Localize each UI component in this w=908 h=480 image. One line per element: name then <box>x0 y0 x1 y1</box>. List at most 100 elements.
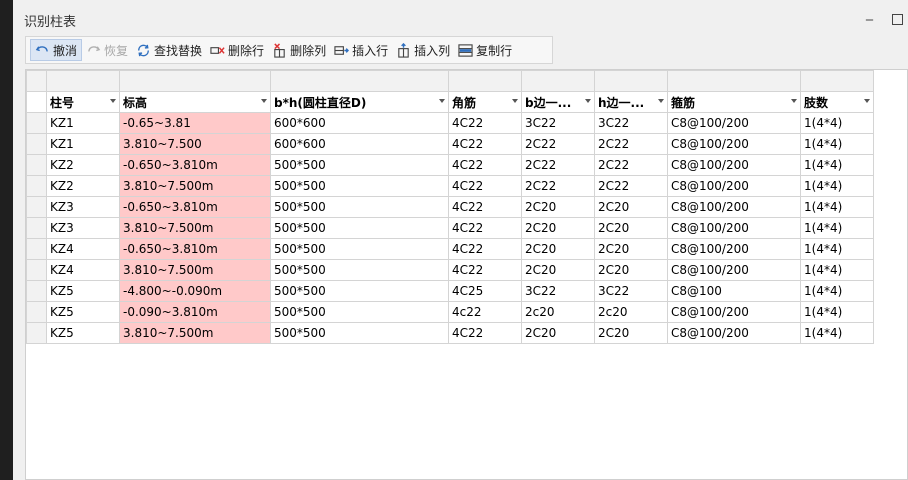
corner-cell[interactable] <box>26 70 47 92</box>
maximize-button[interactable] <box>892 14 903 25</box>
table-cell[interactable]: 600*600 <box>270 112 449 134</box>
table-cell[interactable]: 3C22 <box>594 280 668 302</box>
column-header[interactable]: 箍筋 <box>667 91 801 113</box>
column-header[interactable]: 角筋 <box>448 91 522 113</box>
table-cell[interactable]: 2C20 <box>594 196 668 218</box>
table-cell[interactable]: 2C20 <box>594 322 668 344</box>
row-header-cell[interactable] <box>26 280 47 302</box>
table-row[interactable]: KZ1 -0.65~3.81 600*600 4C22 3C22 3C22 C8@100/2… <box>26 112 874 134</box>
table-cell[interactable]: 600*600 <box>270 133 449 155</box>
row-header-cell[interactable] <box>26 112 47 134</box>
find-replace-button[interactable]: 查找替换 <box>132 39 206 61</box>
table-cell[interactable]: -0.650~3.810m <box>119 196 271 218</box>
table-cell[interactable]: 1(4*4) <box>800 322 874 344</box>
filter-dropdown-icon[interactable] <box>512 99 518 103</box>
column-header[interactable]: 标高 <box>119 91 271 113</box>
filter-dropdown-icon[interactable] <box>110 99 116 103</box>
delete-row-button[interactable]: 删除行 <box>206 39 268 61</box>
row-header-cell[interactable] <box>26 196 47 218</box>
table-cell[interactable]: 4C22 <box>448 238 522 260</box>
table-row[interactable]: KZ3 -0.650~3.810m 500*500 4C22 2C20 2C20 C8@10… <box>26 196 874 218</box>
table-cell[interactable]: C8@100 <box>667 280 801 302</box>
column-header[interactable]: b边一... <box>521 91 595 113</box>
table-cell[interactable]: 3.810~7.500 <box>119 133 271 155</box>
row-header-cell[interactable] <box>26 259 47 281</box>
insert-row-button[interactable]: 插入行 <box>330 39 392 61</box>
table-cell[interactable]: 2C20 <box>521 217 595 239</box>
table-cell[interactable]: 2C20 <box>521 259 595 281</box>
delete-column-button[interactable]: 删除列 <box>268 39 330 61</box>
table-cell[interactable]: 1(4*4) <box>800 259 874 281</box>
row-header-cell[interactable] <box>26 238 47 260</box>
row-header-cell[interactable] <box>26 91 47 113</box>
table-cell[interactable]: 500*500 <box>270 259 449 281</box>
table-cell[interactable]: KZ3 <box>46 196 120 218</box>
table-cell[interactable]: 2C20 <box>521 238 595 260</box>
table-cell[interactable]: 3.810~7.500m <box>119 259 271 281</box>
redo-button[interactable]: 恢复 <box>82 39 132 61</box>
table-row[interactable]: KZ2 -0.650~3.810m 500*500 4C22 2C22 2C22 C8@10… <box>26 154 874 176</box>
filter-dropdown-icon[interactable] <box>261 99 267 103</box>
table-cell[interactable]: 500*500 <box>270 280 449 302</box>
row-header-cell[interactable] <box>26 322 47 344</box>
table-cell[interactable]: KZ5 <box>46 322 120 344</box>
table-cell[interactable]: -0.650~3.810m <box>119 238 271 260</box>
table-cell[interactable]: 2C20 <box>521 322 595 344</box>
table-cell[interactable]: 2C20 <box>594 217 668 239</box>
table-cell[interactable]: C8@100/200 <box>667 301 801 323</box>
table-cell[interactable]: 4c22 <box>448 301 522 323</box>
table-cell[interactable]: 1(4*4) <box>800 301 874 323</box>
table-cell[interactable]: 1(4*4) <box>800 133 874 155</box>
table-cell[interactable]: KZ1 <box>46 112 120 134</box>
column-header[interactable]: 柱号 <box>46 91 120 113</box>
table-cell[interactable]: 3C22 <box>594 112 668 134</box>
filter-dropdown-icon[interactable] <box>658 99 664 103</box>
table-cell[interactable]: 500*500 <box>270 238 449 260</box>
table-row[interactable]: KZ1 3.810~7.500 600*600 4C22 2C22 2C22 C8@100/… <box>26 133 874 155</box>
table-cell[interactable]: C8@100/200 <box>667 322 801 344</box>
table-cell[interactable]: 4C22 <box>448 154 522 176</box>
table-cell[interactable]: 1(4*4) <box>800 154 874 176</box>
table-cell[interactable]: 2c20 <box>594 301 668 323</box>
table-row[interactable]: KZ2 3.810~7.500m 500*500 4C22 2C22 2C22 C8@100… <box>26 175 874 197</box>
table-cell[interactable]: C8@100/200 <box>667 154 801 176</box>
table-cell[interactable]: -0.650~3.810m <box>119 154 271 176</box>
table-cell[interactable]: 2C22 <box>521 175 595 197</box>
table-cell[interactable]: 2c20 <box>521 301 595 323</box>
table-cell[interactable]: 4C22 <box>448 133 522 155</box>
table-cell[interactable]: KZ3 <box>46 217 120 239</box>
row-header-cell[interactable] <box>26 217 47 239</box>
table-cell[interactable]: KZ5 <box>46 280 120 302</box>
table-cell[interactable]: KZ2 <box>46 175 120 197</box>
table-cell[interactable]: 500*500 <box>270 322 449 344</box>
table-cell[interactable]: 3C22 <box>521 280 595 302</box>
table-cell[interactable]: 1(4*4) <box>800 175 874 197</box>
insert-column-button[interactable]: 插入列 <box>392 39 454 61</box>
row-header-cell[interactable] <box>26 133 47 155</box>
table-cell[interactable]: 2C22 <box>594 133 668 155</box>
table-cell[interactable]: KZ4 <box>46 238 120 260</box>
table-cell[interactable]: KZ2 <box>46 154 120 176</box>
table-cell[interactable]: C8@100/200 <box>667 238 801 260</box>
table-row[interactable]: KZ4 3.810~7.500m 500*500 4C22 2C20 2C20 C8@100… <box>26 259 874 281</box>
filter-dropdown-icon[interactable] <box>791 99 797 103</box>
table-cell[interactable]: C8@100/200 <box>667 217 801 239</box>
table-row[interactable]: KZ5 3.810~7.500m 500*500 4C22 2C20 2C20 C8@100… <box>26 322 874 344</box>
table-cell[interactable]: 3.810~7.500m <box>119 322 271 344</box>
table-cell[interactable]: 4C25 <box>448 280 522 302</box>
table-cell[interactable]: 2C22 <box>521 133 595 155</box>
table-cell[interactable]: -0.65~3.81 <box>119 112 271 134</box>
table-cell[interactable]: C8@100/200 <box>667 112 801 134</box>
table-cell[interactable]: 4C22 <box>448 196 522 218</box>
column-header[interactable]: h边一... <box>594 91 668 113</box>
table-cell[interactable]: 500*500 <box>270 196 449 218</box>
table-cell[interactable]: 2C20 <box>594 238 668 260</box>
table-cell[interactable]: KZ1 <box>46 133 120 155</box>
table-cell[interactable]: 500*500 <box>270 301 449 323</box>
filter-dropdown-icon[interactable] <box>585 99 591 103</box>
filter-dropdown-icon[interactable] <box>439 99 445 103</box>
copy-row-button[interactable]: 复制行 <box>454 39 516 61</box>
column-header[interactable]: 肢数 <box>800 91 874 113</box>
table-cell[interactable]: 500*500 <box>270 154 449 176</box>
table-cell[interactable]: 2C22 <box>594 175 668 197</box>
